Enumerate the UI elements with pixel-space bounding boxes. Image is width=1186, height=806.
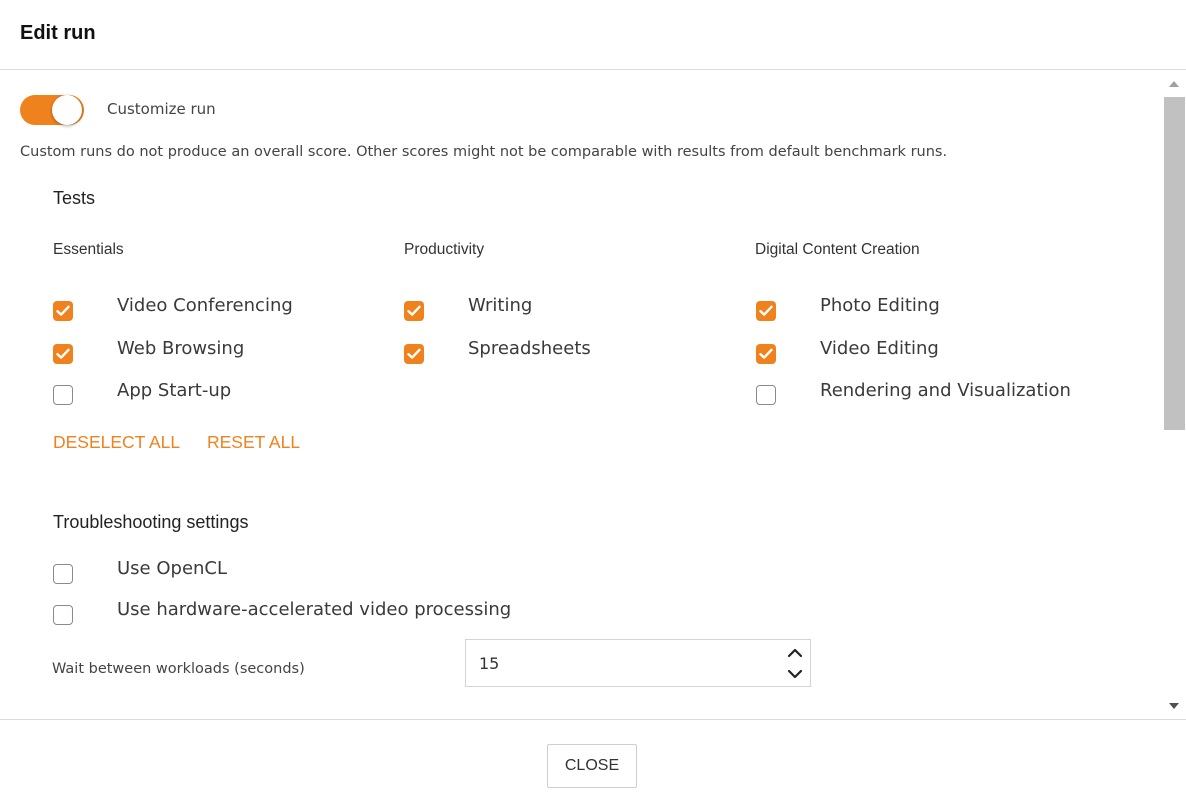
checkbox-video-editing[interactable] <box>756 344 776 364</box>
wait-between-workloads-label: Wait between workloads (seconds) <box>52 661 305 677</box>
scroll-up-arrow-icon[interactable] <box>1169 81 1179 87</box>
checkbox-web-browsing[interactable] <box>53 344 73 364</box>
customize-run-label: Customize run <box>107 100 216 118</box>
dialog-header: Edit run <box>0 0 1186 70</box>
checkbox-spreadsheets[interactable] <box>404 344 424 364</box>
checkmark-icon <box>407 305 421 316</box>
wait-seconds-input[interactable]: 15 <box>465 639 811 687</box>
checkmark-icon <box>56 305 70 316</box>
checkbox-photo-editing[interactable] <box>756 301 776 321</box>
decrement-button[interactable] <box>784 664 806 684</box>
dialog-content[interactable]: Customize run Custom runs do not produce… <box>0 71 1163 719</box>
troubleshooting-heading: Troubleshooting settings <box>53 512 249 532</box>
checkmark-icon <box>759 305 773 316</box>
custom-run-note: Custom runs do not produce an overall sc… <box>20 144 948 160</box>
checkbox-writing[interactable] <box>404 301 424 321</box>
reset-all-link[interactable]: RESET ALL <box>207 432 300 453</box>
label-writing: Writing <box>468 295 533 316</box>
checkbox-use-opencl[interactable] <box>53 564 73 584</box>
label-app-start-up: App Start-up <box>117 380 232 401</box>
scroll-down-arrow-icon[interactable] <box>1169 703 1179 709</box>
chevron-down-icon <box>787 669 803 679</box>
scroll-thumb[interactable] <box>1164 97 1185 430</box>
checkbox-app-start-up[interactable] <box>53 385 73 405</box>
wait-seconds-value: 15 <box>479 654 500 673</box>
label-web-browsing: Web Browsing <box>117 338 245 359</box>
toggle-knob <box>52 95 82 125</box>
chevron-up-icon <box>787 648 803 658</box>
label-video-editing: Video Editing <box>820 338 939 359</box>
checkbox-video-conferencing[interactable] <box>53 301 73 321</box>
increment-button[interactable] <box>784 643 806 663</box>
tests-heading: Tests <box>53 188 96 208</box>
label-video-conferencing: Video Conferencing <box>117 295 293 316</box>
label-hardware-accelerated-video: Use hardware-accelerated video processin… <box>117 599 512 620</box>
customize-run-toggle[interactable] <box>20 95 84 125</box>
close-button[interactable]: CLOSE <box>547 744 637 788</box>
label-spreadsheets: Spreadsheets <box>468 338 591 359</box>
checkmark-icon <box>56 348 70 359</box>
deselect-all-link[interactable]: DESELECT ALL <box>53 432 180 453</box>
label-photo-editing: Photo Editing <box>820 295 940 316</box>
checkbox-rendering-and-visualization[interactable] <box>756 385 776 405</box>
label-rendering-and-visualization: Rendering and Visualization <box>820 380 1071 401</box>
column-heading-essentials: Essentials <box>53 241 124 258</box>
column-heading-digital-content-creation: Digital Content Creation <box>755 241 920 258</box>
checkbox-hardware-accelerated-video[interactable] <box>53 605 73 625</box>
column-heading-productivity: Productivity <box>404 241 485 258</box>
label-use-opencl: Use OpenCL <box>117 558 228 579</box>
checkmark-icon <box>407 348 421 359</box>
dialog-footer: CLOSE <box>0 719 1186 806</box>
checkmark-icon <box>759 348 773 359</box>
vertical-scrollbar[interactable] <box>1163 71 1186 719</box>
dialog-title: Edit run <box>20 22 96 44</box>
